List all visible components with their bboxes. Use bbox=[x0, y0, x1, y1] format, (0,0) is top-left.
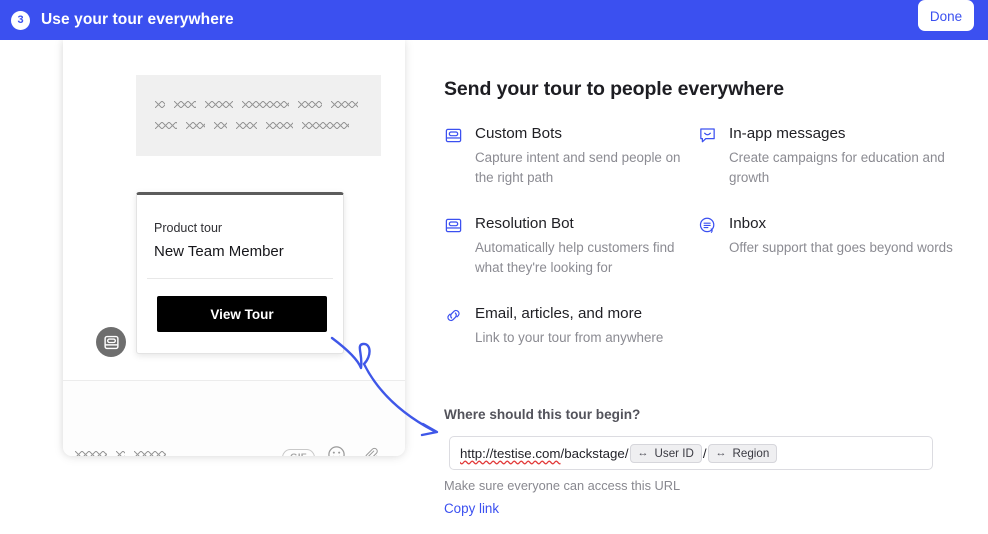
user-id-token[interactable]: ↔ User ID bbox=[629, 443, 702, 463]
tour-card-divider bbox=[147, 278, 333, 279]
feature-description: Automatically help customers find what t… bbox=[475, 240, 675, 276]
section-heading: Send your tour to people everywhere bbox=[444, 78, 784, 100]
bidirectional-arrow-icon: ↔ bbox=[637, 447, 649, 459]
tour-card-eyebrow: Product tour bbox=[154, 221, 223, 235]
preview-placeholder-block bbox=[136, 75, 381, 156]
composer-placeholder-text bbox=[75, 451, 166, 456]
resolution-bot-icon bbox=[444, 216, 463, 235]
feature-title: In-app messages bbox=[729, 125, 846, 142]
feature-custom-bots: Custom Bots Capture intent and send peop… bbox=[444, 124, 698, 188]
link-icon bbox=[444, 306, 463, 325]
tour-card-title: New Team Member bbox=[154, 243, 284, 260]
step-number-badge: 3 bbox=[11, 10, 30, 30]
main-content: Send your tour to people everywhere bbox=[444, 78, 964, 101]
url-prefix-text: http://testise.com/backstage/ bbox=[460, 445, 629, 461]
tour-preview-card: Product tour New Team Member View Tour bbox=[136, 192, 344, 354]
feature-description: Link to your tour from anywhere bbox=[475, 330, 664, 346]
tour-start-url-input[interactable]: http://testise.com/backstage/ ↔ User ID … bbox=[449, 436, 933, 470]
feature-in-app-messages: In-app messages Create campaigns for edu… bbox=[698, 124, 954, 188]
feature-inbox: Inbox Offer support that goes beyond wor… bbox=[698, 214, 954, 278]
feature-title: Resolution Bot bbox=[475, 215, 574, 233]
gif-button[interactable]: GIF bbox=[282, 449, 315, 456]
smiley-face-icon[interactable] bbox=[327, 445, 346, 456]
view-tour-button[interactable]: View Tour bbox=[157, 296, 327, 332]
page-title: Use your tour everywhere bbox=[41, 11, 234, 28]
copy-link-button[interactable]: Copy link bbox=[444, 501, 499, 516]
messenger-composer: GIF bbox=[63, 381, 405, 456]
bidirectional-arrow-icon: ↔ bbox=[715, 447, 727, 459]
tour-share-screen: 3 Use your tour everywhere Done Product … bbox=[0, 0, 988, 534]
feature-resolution-bot: Resolution Bot Automatically help custom… bbox=[444, 214, 698, 278]
url-separator: / bbox=[702, 445, 707, 461]
channels-feature-grid: Custom Bots Capture intent and send peop… bbox=[444, 124, 954, 349]
url-helper-text: Make sure everyone can access this URL bbox=[444, 478, 681, 493]
wizard-header: 3 Use your tour everywhere Done bbox=[0, 0, 988, 40]
placeholder-text-line bbox=[155, 122, 349, 129]
placeholder-text-line bbox=[155, 101, 358, 108]
messenger-bot-avatar bbox=[96, 327, 126, 357]
feature-title: Inbox bbox=[729, 215, 767, 233]
inbox-icon bbox=[698, 216, 717, 235]
feature-description: Create campaigns for education and growt… bbox=[729, 150, 945, 186]
custom-bots-icon bbox=[444, 126, 463, 145]
feature-title: Email, articles, and more bbox=[475, 305, 643, 323]
url-section-label: Where should this tour begin? bbox=[444, 407, 641, 422]
token-label: User ID bbox=[654, 446, 694, 460]
feature-description: Offer support that goes beyond words bbox=[729, 240, 953, 256]
messenger-bot-icon bbox=[103, 335, 119, 349]
feature-title: Custom Bots bbox=[475, 125, 562, 142]
feature-description: Capture intent and send people on the ri… bbox=[475, 150, 681, 186]
region-token[interactable]: ↔ Region bbox=[707, 443, 778, 463]
done-button[interactable]: Done bbox=[918, 0, 974, 31]
token-label: Region bbox=[732, 446, 770, 460]
messenger-preview-panel: Product tour New Team Member View Tour G… bbox=[63, 40, 405, 456]
paperclip-icon[interactable] bbox=[361, 445, 380, 456]
in-app-messages-icon bbox=[698, 126, 717, 145]
feature-email-articles: Email, articles, and more Link to your t… bbox=[444, 304, 698, 348]
